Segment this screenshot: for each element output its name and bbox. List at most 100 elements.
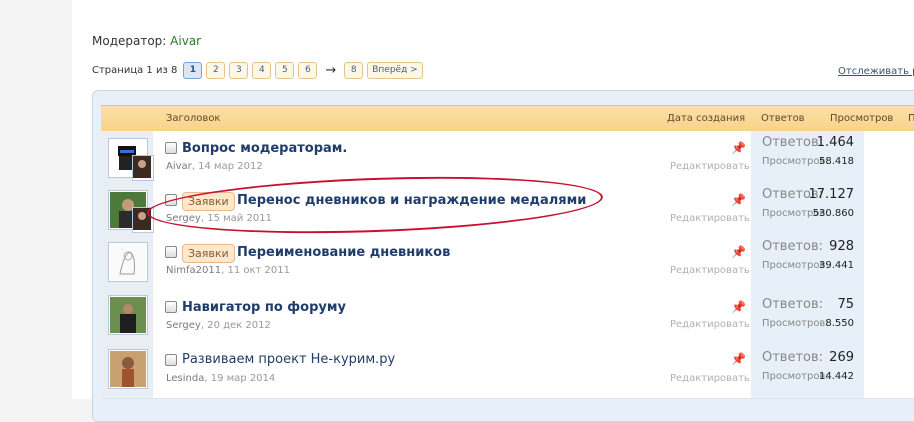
- pin-icon: 📌: [731, 300, 746, 314]
- replies-count: 1.464: [816, 135, 854, 150]
- thread-meta: Sergey, 15 май 2011: [166, 213, 272, 224]
- avatar-cell: [101, 183, 154, 239]
- avatar[interactable]: [108, 242, 148, 282]
- thread-stats: Ответов: 1.464 Просмотров: 58.418: [751, 131, 864, 187]
- thread-meta: Sergey, 20 дек 2012: [166, 320, 271, 331]
- thread-author[interactable]: Sergey: [166, 320, 201, 331]
- moderator-link[interactable]: Aivar: [170, 34, 201, 48]
- replies-count: 928: [829, 239, 854, 254]
- thread-date: 11 окт 2011: [227, 265, 290, 276]
- thread-meta: Nimfa2011, 11 окт 2011: [166, 265, 290, 276]
- pin-icon: 📌: [731, 245, 746, 259]
- thread-date: 14 мар 2012: [198, 161, 263, 172]
- thread-row: Развиваем проект Не-курим.ру Lesinda, 19…: [101, 342, 914, 399]
- page-3[interactable]: 3: [229, 62, 249, 79]
- views-count: 530.860: [812, 208, 854, 219]
- edit-link[interactable]: Редактировать: [670, 213, 750, 224]
- thread-row: Заявки Переименование дневников Nimfa201…: [101, 235, 914, 292]
- views-count: 58.418: [819, 156, 854, 167]
- checkbox-icon[interactable]: [165, 142, 177, 154]
- thread-stats: Ответов: 269 Просмотров: 14.442: [751, 342, 864, 398]
- checkbox-icon[interactable]: [165, 354, 177, 366]
- last-poster-avatar[interactable]: [132, 207, 154, 233]
- moderator-label: Модератор:: [92, 34, 167, 48]
- thread-date: 15 май 2011: [207, 213, 272, 224]
- thread-author[interactable]: Aivar: [166, 161, 192, 172]
- header-created[interactable]: Дата создания: [667, 113, 745, 124]
- avatar-cell: [101, 235, 153, 291]
- last-poster-avatar[interactable]: [132, 155, 154, 181]
- replies-label: Ответов:: [762, 239, 824, 254]
- thread-title[interactable]: Перенос дневников и награждение медалями: [237, 193, 586, 208]
- thread-row: Вопрос модераторам. Aivar, 14 мар 2012 📌…: [101, 131, 914, 188]
- last-post-cell: [864, 235, 914, 291]
- avatar-cell: [101, 288, 153, 344]
- header-title[interactable]: Заголовок: [166, 113, 220, 124]
- avatar[interactable]: [108, 295, 148, 335]
- avatar-image: [110, 297, 146, 333]
- replies-count: 75: [837, 297, 854, 312]
- thread-title[interactable]: Вопрос модераторам.: [182, 141, 347, 156]
- moderator-line: Модератор: Aivar: [92, 34, 201, 48]
- edit-link[interactable]: Редактировать: [670, 319, 750, 330]
- pin-icon: 📌: [731, 352, 746, 366]
- pin-icon: 📌: [731, 193, 746, 207]
- replies-label: Ответов:: [762, 135, 824, 150]
- avatar-cell: [101, 131, 154, 187]
- pagination-label: Страница 1 из 8: [92, 65, 178, 76]
- header-replies[interactable]: Ответов: [761, 113, 805, 124]
- page-5[interactable]: 5: [275, 62, 295, 79]
- thread-title[interactable]: Переименование дневников: [237, 245, 450, 260]
- views-count: 39.441: [819, 260, 854, 271]
- page-last[interactable]: 8: [344, 62, 364, 79]
- pagination-arrow: →: [325, 63, 337, 78]
- avatar-image: [133, 208, 151, 230]
- replies-label: Ответов:: [762, 350, 824, 365]
- page-2[interactable]: 2: [206, 62, 226, 79]
- thread-row: Заявки Перенос дневников и награждение м…: [101, 183, 914, 240]
- next-page-button[interactable]: Вперёд >: [367, 62, 423, 79]
- checkbox-icon[interactable]: [165, 246, 177, 258]
- replies-count: 17.127: [808, 187, 855, 202]
- thread-title[interactable]: Развиваем проект Не-курим.ру: [182, 352, 395, 367]
- checkbox-icon[interactable]: [165, 194, 177, 206]
- last-post-cell: [864, 183, 914, 239]
- thread-stats: Ответов: 17.127 Просмотров: 530.860: [751, 183, 864, 239]
- replies-count: 269: [829, 350, 854, 365]
- edit-link[interactable]: Редактировать: [670, 265, 750, 276]
- thread-stats: Ответов: 928 Просмотров: 39.441: [751, 235, 864, 291]
- thread-meta: Aivar, 14 мар 2012: [166, 161, 263, 172]
- avatar[interactable]: [108, 349, 148, 389]
- checkbox-icon[interactable]: [165, 301, 177, 313]
- thread-author[interactable]: Lesinda: [166, 373, 204, 384]
- thread-prefix[interactable]: Заявки: [182, 192, 235, 211]
- page-6[interactable]: 6: [298, 62, 318, 79]
- avatar-image: [110, 244, 146, 280]
- replies-label: Ответов:: [762, 297, 824, 312]
- views-count: 8.550: [825, 318, 854, 329]
- threads-header: Заголовок Дата создания Ответов Просмотр…: [101, 105, 914, 132]
- views-label: Просмотров:: [762, 318, 829, 329]
- last-post-cell: [864, 342, 914, 398]
- edit-link[interactable]: Редактировать: [670, 161, 750, 172]
- views-count: 14.442: [819, 371, 854, 382]
- header-last[interactable]: П: [908, 113, 914, 124]
- avatar-image: [110, 351, 146, 387]
- avatar-image: [133, 156, 151, 178]
- avatar-cell: [101, 342, 153, 398]
- thread-prefix[interactable]: Заявки: [182, 244, 235, 263]
- thread-author[interactable]: Nimfa2011: [166, 265, 221, 276]
- thread-author[interactable]: Sergey: [166, 213, 201, 224]
- last-post-cell: [864, 131, 914, 187]
- thread-meta: Lesinda, 19 мар 2014: [166, 373, 276, 384]
- page-1[interactable]: 1: [183, 62, 203, 79]
- thread-title[interactable]: Навигатор по форуму: [182, 300, 346, 315]
- thread-row: Навигатор по форуму Sergey, 20 дек 2012 …: [101, 288, 914, 345]
- header-views[interactable]: Просмотров: [830, 113, 893, 124]
- page-4[interactable]: 4: [252, 62, 272, 79]
- thread-date: 20 дек 2012: [207, 320, 271, 331]
- pagination: Страница 1 из 8 1 2 3 4 5 6 → 8 Вперёд >: [92, 62, 423, 79]
- last-post-cell: [864, 288, 914, 344]
- edit-link[interactable]: Редактировать: [670, 373, 750, 384]
- watch-forum-link[interactable]: Отслеживать р: [838, 66, 914, 77]
